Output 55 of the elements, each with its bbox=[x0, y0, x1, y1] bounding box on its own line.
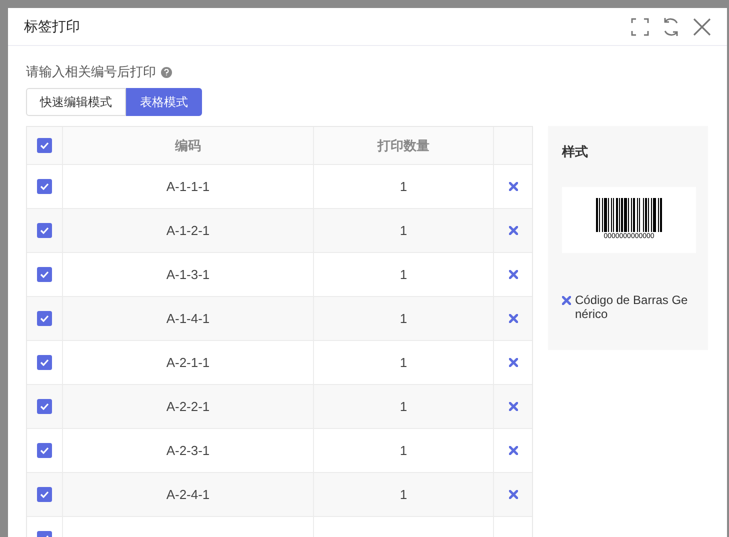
checkbox[interactable] bbox=[37, 399, 52, 414]
delete-icon[interactable] bbox=[508, 182, 518, 191]
dialog-title: 标签打印 bbox=[24, 17, 80, 36]
help-icon[interactable] bbox=[161, 66, 172, 78]
checkmark-icon bbox=[40, 227, 49, 234]
mode-tab[interactable]: 表格模式 bbox=[126, 88, 202, 116]
delete-icon[interactable] bbox=[508, 314, 518, 323]
table-cell-text: A-2-2-1 bbox=[166, 398, 210, 416]
column-header: 打印数量 bbox=[314, 127, 494, 164]
checkmark-icon bbox=[40, 447, 49, 454]
checkbox[interactable] bbox=[37, 138, 52, 153]
checkmark-icon bbox=[40, 359, 49, 366]
close-icon[interactable] bbox=[693, 18, 711, 36]
style-name: Código de Barras Genérico bbox=[575, 292, 689, 320]
table-cell-text: A-1-3-1 bbox=[166, 266, 210, 284]
table-cell-text: A-1-4-1 bbox=[166, 310, 210, 328]
delete-icon[interactable] bbox=[508, 358, 518, 367]
checkbox[interactable] bbox=[37, 223, 52, 238]
delete-icon[interactable] bbox=[562, 296, 571, 304]
delete-icon[interactable] bbox=[508, 490, 518, 499]
table-cell-text: 1 bbox=[400, 266, 408, 284]
delete-icon[interactable] bbox=[508, 402, 518, 411]
panel-title: 样式 bbox=[562, 143, 589, 161]
table-cell-text: 1 bbox=[400, 354, 408, 372]
checkbox[interactable] bbox=[37, 487, 52, 502]
table-cell-text: A-1-1-1 bbox=[166, 178, 210, 196]
checkbox[interactable] bbox=[37, 179, 52, 194]
checkbox[interactable] bbox=[37, 443, 52, 458]
fullscreen-icon[interactable] bbox=[631, 18, 649, 36]
delete-icon[interactable] bbox=[508, 446, 518, 455]
column-header: 编码 bbox=[63, 127, 314, 164]
table-cell-text: 1 bbox=[400, 222, 408, 240]
table-cell-text: A-2-1-1 bbox=[166, 354, 210, 372]
table-cell-text: 1 bbox=[400, 398, 408, 416]
table-cell-text: A-2-3-1 bbox=[166, 442, 210, 460]
table-cell-text: A-1-2-1 bbox=[166, 222, 210, 240]
checkbox[interactable] bbox=[37, 311, 52, 326]
checkmark-icon bbox=[40, 142, 49, 149]
checkmark-icon bbox=[40, 183, 49, 190]
table-cell-text: 1 bbox=[400, 310, 408, 328]
delete-icon[interactable] bbox=[508, 270, 518, 279]
mode-tab[interactable]: 快速编辑模式 bbox=[26, 88, 126, 116]
table-cell-text: 1 bbox=[400, 442, 408, 460]
table-cell-text: 1 bbox=[400, 486, 408, 504]
checkmark-icon bbox=[40, 491, 49, 498]
table-cell-text: A-2-4-1 bbox=[166, 486, 210, 504]
checkbox[interactable] bbox=[37, 355, 52, 370]
barcode-drawing bbox=[596, 198, 662, 232]
checkmark-icon bbox=[40, 271, 49, 278]
table-cell-text: 1 bbox=[400, 178, 408, 196]
checkmark-icon bbox=[40, 403, 49, 410]
checkbox[interactable] bbox=[37, 267, 52, 282]
checkmark-icon bbox=[40, 315, 49, 322]
delete-icon[interactable] bbox=[508, 226, 518, 235]
instruction-text: 请输入相关编号后打印 bbox=[26, 63, 156, 82]
